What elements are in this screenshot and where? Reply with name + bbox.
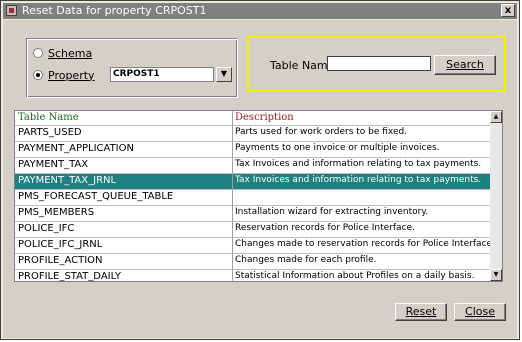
property-radio[interactable]	[33, 70, 43, 80]
tables-grid: Table Name Description PARTS_USED Parts u…	[14, 110, 503, 282]
header-table-name[interactable]: Table Name	[18, 112, 79, 123]
dialog-body: Schema Property CRPOST1 ▼ Table Name Sea…	[3, 20, 517, 338]
row-table-name: PAYMENT_APPLICATION	[18, 143, 134, 154]
app-icon	[6, 5, 17, 16]
table-row[interactable]: PROFILE_STAT_DAILY Statistical Informatio…	[15, 269, 491, 285]
row-table-name: PROFILE_STAT_DAILY	[18, 271, 121, 282]
table-row[interactable]: PAYMENT_TAX Tax Invoices and information …	[15, 157, 491, 173]
dropdown-arrow-icon[interactable]: ▼	[216, 67, 232, 82]
table-row[interactable]: PAYMENT_APPLICATION Payments to one invoi…	[15, 141, 491, 157]
row-description: Reservation records for Police Interface…	[235, 223, 415, 233]
row-description: Statistical Information about Profiles o…	[235, 271, 475, 281]
row-description: Parts used for work orders to be fixed.	[235, 127, 408, 137]
table-search-group: Table Name Search	[247, 36, 506, 92]
row-description: Changes made for each profile.	[235, 255, 377, 265]
row-table-name: PMS_FORECAST_QUEUE_TABLE	[18, 191, 174, 202]
row-description: Payments to one invoice or multiple invo…	[235, 143, 440, 153]
row-table-name: POLICE_IFC	[18, 223, 75, 234]
row-table-name: PROFILE_ACTION	[18, 255, 103, 266]
scope-group: Schema Property CRPOST1 ▼	[26, 38, 238, 98]
row-table-name: PMS_MEMBERS	[18, 207, 95, 218]
window-title: Reset Data for property CRPOST1	[22, 4, 207, 17]
reset-button[interactable]: Reset	[395, 303, 447, 321]
table-row[interactable]: POLICE_IFC Reservation records for Police…	[15, 221, 491, 237]
row-table-name: PAYMENT_TAX_JRNL	[18, 175, 117, 186]
row-table-name: PARTS_USED	[18, 127, 82, 138]
title-bar[interactable]: Reset Data for property CRPOST1 x	[3, 3, 517, 19]
table-row[interactable]: PAYMENT_TAX_JRNL Tax Invoices and informa…	[15, 173, 491, 189]
header-description[interactable]: Description	[235, 112, 294, 123]
scroll-down-icon[interactable]: ▼	[490, 269, 502, 281]
schema-label: Schema	[48, 46, 93, 60]
table-name-label: Table Name	[270, 59, 335, 72]
column-divider[interactable]	[232, 111, 233, 281]
schema-radio-row[interactable]: Schema	[33, 46, 92, 60]
property-select[interactable]: CRPOST1 ▼	[110, 67, 232, 82]
row-table-name: POLICE_IFC_JRNL	[18, 239, 103, 250]
property-radio-row[interactable]: Property	[33, 68, 95, 82]
schema-radio[interactable]	[33, 48, 43, 58]
property-value: CRPOST1	[113, 69, 160, 79]
vertical-scrollbar[interactable]: ▲ ▼	[490, 111, 502, 281]
search-button[interactable]: Search	[434, 55, 496, 75]
row-description: Installation wizard for extracting inven…	[235, 207, 429, 217]
close-button[interactable]: Close	[454, 303, 506, 321]
grid-header: Table Name Description	[15, 111, 491, 125]
row-description: Tax Invoices and information relating to…	[235, 159, 482, 169]
close-icon[interactable]: x	[501, 4, 515, 17]
scroll-up-icon[interactable]: ▲	[490, 111, 502, 123]
property-label: Property	[48, 68, 95, 82]
table-row[interactable]: PMS_MEMBERS Installation wizard for extra…	[15, 205, 491, 221]
table-row[interactable]: PARTS_USED Parts used for work orders to …	[15, 125, 491, 141]
table-row[interactable]: PROFILE_ACTION Changes made for each prof…	[15, 253, 491, 269]
row-table-name: PAYMENT_TAX	[18, 159, 89, 170]
table-row[interactable]: POLICE_IFC_JRNL Changes made to reservati…	[15, 237, 495, 253]
row-description: Tax Invoices and information relating to…	[235, 175, 482, 185]
table-name-input[interactable]	[327, 56, 431, 71]
row-description: Changes made to reservation records for …	[235, 239, 495, 249]
reset-data-dialog: Reset Data for property CRPOST1 x Schema…	[0, 0, 520, 340]
table-row[interactable]: PMS_FORECAST_QUEUE_TABLE	[15, 189, 491, 205]
